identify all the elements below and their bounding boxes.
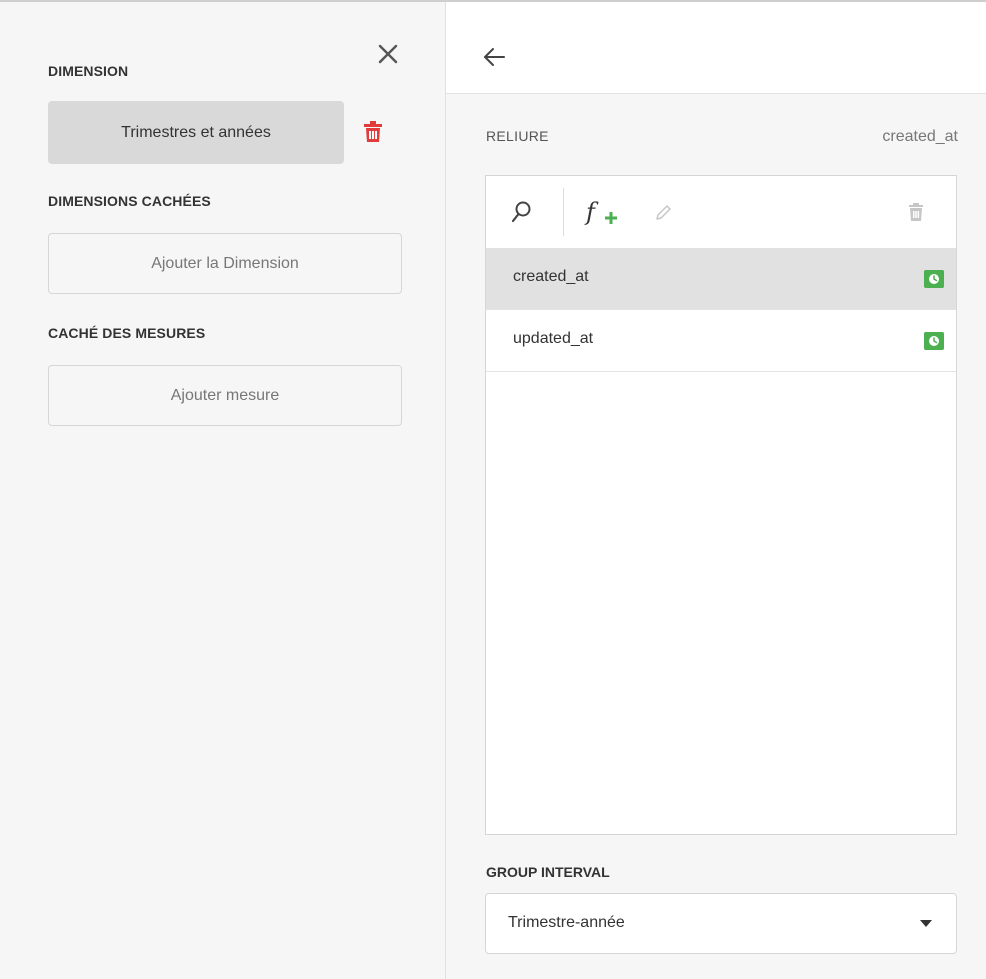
hidden-measures-heading: CACHÉ DES MESURES xyxy=(48,325,206,341)
add-dimension-label: Ajouter la Dimension xyxy=(151,254,299,272)
field-name: created_at xyxy=(513,268,589,285)
binding-panel: RELIURE created_at f created_at updated_… xyxy=(446,2,986,979)
back-arrow-icon[interactable] xyxy=(482,47,506,67)
add-function-icon[interactable]: f xyxy=(584,198,620,228)
close-icon[interactable] xyxy=(374,40,402,68)
trash-icon[interactable] xyxy=(908,202,924,222)
toolbar-separator xyxy=(563,188,564,236)
field-list: f created_at updated_at xyxy=(485,175,957,835)
caret-down-icon xyxy=(920,920,932,927)
edit-icon[interactable] xyxy=(654,204,672,222)
binding-value: created_at xyxy=(882,128,958,145)
dimension-item-label: Trimestres et années xyxy=(121,123,271,141)
group-interval-heading: GROUP INTERVAL xyxy=(486,864,610,880)
svg-text:f: f xyxy=(584,198,599,226)
field-row-updated-at[interactable]: updated_at xyxy=(486,310,956,372)
dimension-heading: DIMENSION xyxy=(48,63,129,79)
dimension-settings-panel: DIMENSION Trimestres et années DIMENSION… xyxy=(0,2,445,979)
binding-label: RELIURE xyxy=(486,128,549,144)
clock-icon xyxy=(924,270,944,288)
group-interval-value: Trimestre-année xyxy=(508,914,625,931)
hidden-dimensions-heading: DIMENSIONS CACHÉES xyxy=(48,193,211,209)
dimension-item-button[interactable]: Trimestres et années xyxy=(48,101,344,164)
trash-icon[interactable] xyxy=(363,120,383,144)
add-measure-button[interactable]: Ajouter mesure xyxy=(48,365,402,426)
field-row-created-at[interactable]: created_at xyxy=(486,248,956,310)
field-toolbar: f xyxy=(486,176,956,248)
clock-icon xyxy=(924,332,944,350)
add-measure-label: Ajouter mesure xyxy=(170,386,280,404)
search-icon[interactable] xyxy=(510,200,532,224)
field-name: updated_at xyxy=(513,330,594,347)
group-interval-select[interactable]: Trimestre-année xyxy=(485,893,957,954)
binding-header xyxy=(446,2,986,94)
add-dimension-button[interactable]: Ajouter la Dimension xyxy=(48,233,402,294)
